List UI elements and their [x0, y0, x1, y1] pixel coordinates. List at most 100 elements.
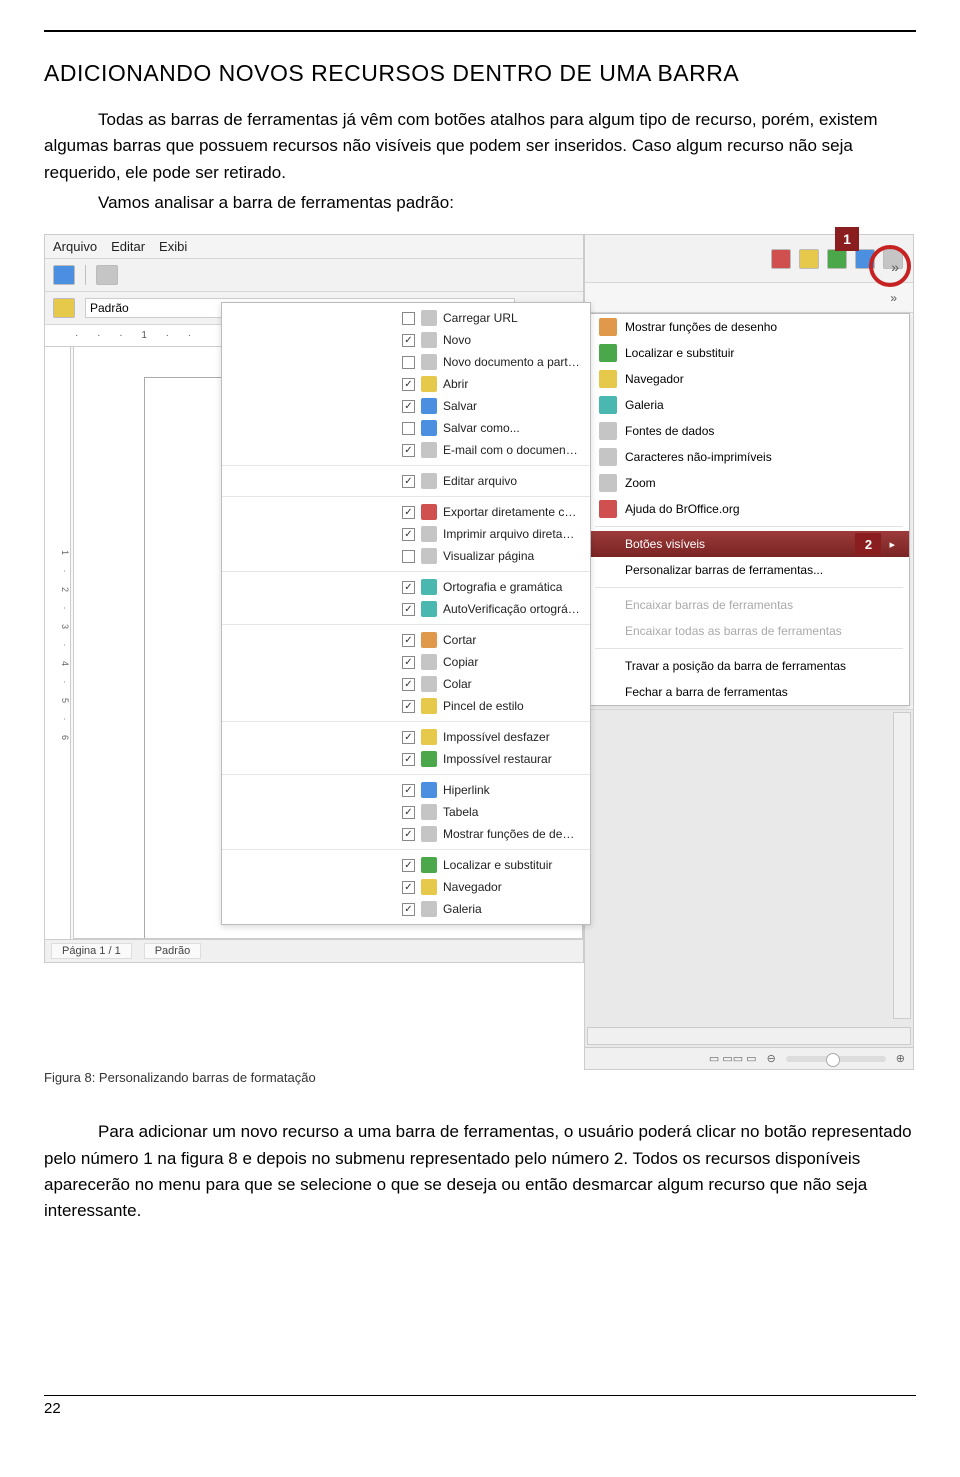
toolbar-icon[interactable] — [53, 265, 75, 285]
status-bar: Página 1 / 1 Padrão — [45, 939, 583, 962]
toolbar-standard[interactable] — [45, 259, 583, 292]
visible-button-item[interactable]: AutoVerificação ortográfica — [222, 598, 590, 620]
menu-item-visible-buttons[interactable]: Botões visíveis2▸ — [589, 531, 909, 557]
checkbox[interactable] — [402, 881, 415, 894]
checkbox[interactable] — [402, 475, 415, 488]
paragraph-3: Para adicionar um novo recurso a uma bar… — [44, 1119, 916, 1224]
zoom-slider[interactable] — [786, 1056, 886, 1062]
checkbox[interactable] — [402, 334, 415, 347]
checkbox[interactable] — [402, 312, 415, 325]
visible-button-item[interactable]: Carregar URL — [222, 307, 590, 329]
view-icons[interactable]: ▭ ▭▭ ▭ — [709, 1052, 757, 1065]
visible-button-item[interactable]: Galeria — [222, 898, 590, 920]
visible-button-item[interactable]: E-mail com o documento anexado — [222, 439, 590, 461]
checkbox[interactable] — [402, 444, 415, 457]
visible-button-item[interactable]: Salvar — [222, 395, 590, 417]
visible-button-item[interactable]: Impossível restaurar — [222, 748, 590, 770]
toolbar-expand-2[interactable]: » — [585, 283, 913, 313]
checkbox[interactable] — [402, 903, 415, 916]
checkbox[interactable] — [402, 634, 415, 647]
checkbox[interactable] — [402, 400, 415, 413]
item-icon — [421, 601, 437, 617]
checkbox[interactable] — [402, 656, 415, 669]
visible-button-item[interactable]: Colar — [222, 673, 590, 695]
paragraph-1: Todas as barras de ferramentas já vêm co… — [44, 107, 916, 186]
toolbar-icon[interactable] — [96, 265, 118, 285]
item-label: Novo documento a partir de um modelo — [443, 355, 580, 369]
checkbox[interactable] — [402, 528, 415, 541]
visible-buttons-submenu[interactable]: Carregar URL Novo Novo documento a partir … — [221, 302, 591, 925]
menu-exibir[interactable]: Exibi — [159, 239, 187, 254]
vertical-scrollbar[interactable] — [893, 712, 911, 1019]
checkbox[interactable] — [402, 784, 415, 797]
menu-item[interactable]: Localizar e substituir — [589, 340, 909, 366]
visible-button-item[interactable]: Cortar — [222, 629, 590, 651]
menu-item[interactable]: Travar a posição da barra de ferramentas — [589, 653, 909, 679]
toolbar-icon[interactable] — [799, 249, 819, 269]
item-icon — [421, 654, 437, 670]
visible-button-item[interactable]: Exportar diretamente como PDF — [222, 501, 590, 523]
visible-button-item[interactable]: Editar arquivo — [222, 470, 590, 492]
horizontal-scrollbar[interactable] — [587, 1027, 911, 1045]
menu-item[interactable]: Fontes de dados — [589, 418, 909, 444]
menu-arquivo[interactable]: Arquivo — [53, 239, 97, 254]
item-label: Impossível restaurar — [443, 752, 580, 766]
menu-item[interactable]: Navegador — [589, 366, 909, 392]
checkbox[interactable] — [402, 753, 415, 766]
checkbox[interactable] — [402, 422, 415, 435]
visible-button-item[interactable]: Novo documento a partir de um modelo — [222, 351, 590, 373]
toolbar-context-menu[interactable]: Mostrar funções de desenhoLocalizar e su… — [588, 313, 910, 706]
item-icon — [421, 548, 437, 564]
visible-button-item[interactable]: Localizar e substituir — [222, 854, 590, 876]
menu-editar[interactable]: Editar — [111, 239, 145, 254]
visible-button-item[interactable]: Tabela — [222, 801, 590, 823]
menu-item-icon — [599, 422, 617, 440]
menu-item[interactable]: Caracteres não-imprimíveis — [589, 444, 909, 470]
figure-caption: Figura 8: Personalizando barras de forma… — [44, 1070, 916, 1085]
menu-item[interactable]: Personalizar barras de ferramentas... — [589, 557, 909, 583]
item-label: Novo — [443, 333, 580, 347]
item-label: Editar arquivo — [443, 474, 580, 488]
style-icon[interactable] — [53, 298, 75, 318]
checkbox[interactable] — [402, 378, 415, 391]
menubar[interactable]: Arquivo Editar Exibi — [45, 235, 583, 259]
toolbar-icon[interactable] — [771, 249, 791, 269]
checkbox[interactable] — [402, 506, 415, 519]
checkbox[interactable] — [402, 806, 415, 819]
checkbox[interactable] — [402, 731, 415, 744]
item-label: Colar — [443, 677, 580, 691]
visible-button-item[interactable]: Navegador — [222, 876, 590, 898]
toolbar-expand-button[interactable]: » — [891, 259, 899, 275]
menu-item-label: Botões visíveis — [625, 537, 841, 551]
visible-button-item[interactable]: Visualizar página — [222, 545, 590, 567]
menu-item-label: Caracteres não-imprimíveis — [625, 450, 895, 464]
visible-button-item[interactable]: Salvar como... — [222, 417, 590, 439]
checkbox[interactable] — [402, 700, 415, 713]
visible-button-item[interactable]: Novo — [222, 329, 590, 351]
menu-item[interactable]: Mostrar funções de desenho — [589, 314, 909, 340]
checkbox[interactable] — [402, 603, 415, 616]
visible-button-item[interactable]: Abrir — [222, 373, 590, 395]
item-icon — [421, 804, 437, 820]
item-icon — [421, 698, 437, 714]
menu-item-label: Zoom — [625, 476, 895, 490]
checkbox[interactable] — [402, 581, 415, 594]
checkbox[interactable] — [402, 550, 415, 563]
visible-button-item[interactable]: Hiperlink — [222, 779, 590, 801]
checkbox[interactable] — [402, 859, 415, 872]
menu-item-label: Galeria — [625, 398, 895, 412]
menu-item[interactable]: Zoom — [589, 470, 909, 496]
checkbox[interactable] — [402, 356, 415, 369]
menu-item[interactable]: Galeria — [589, 392, 909, 418]
menu-item[interactable]: Ajuda do BrOffice.org — [589, 496, 909, 522]
checkbox[interactable] — [402, 828, 415, 841]
menu-item[interactable]: Fechar a barra de ferramentas — [589, 679, 909, 705]
visible-button-item[interactable]: Impossível desfazer — [222, 726, 590, 748]
visible-button-item[interactable]: Ortografia e gramática — [222, 576, 590, 598]
toolbar-icon[interactable] — [827, 249, 847, 269]
visible-button-item[interactable]: Pincel de estilo — [222, 695, 590, 717]
visible-button-item[interactable]: Copiar — [222, 651, 590, 673]
visible-button-item[interactable]: Imprimir arquivo diretamente (DIOPE-PIPO… — [222, 523, 590, 545]
checkbox[interactable] — [402, 678, 415, 691]
visible-button-item[interactable]: Mostrar funções de desenho — [222, 823, 590, 845]
